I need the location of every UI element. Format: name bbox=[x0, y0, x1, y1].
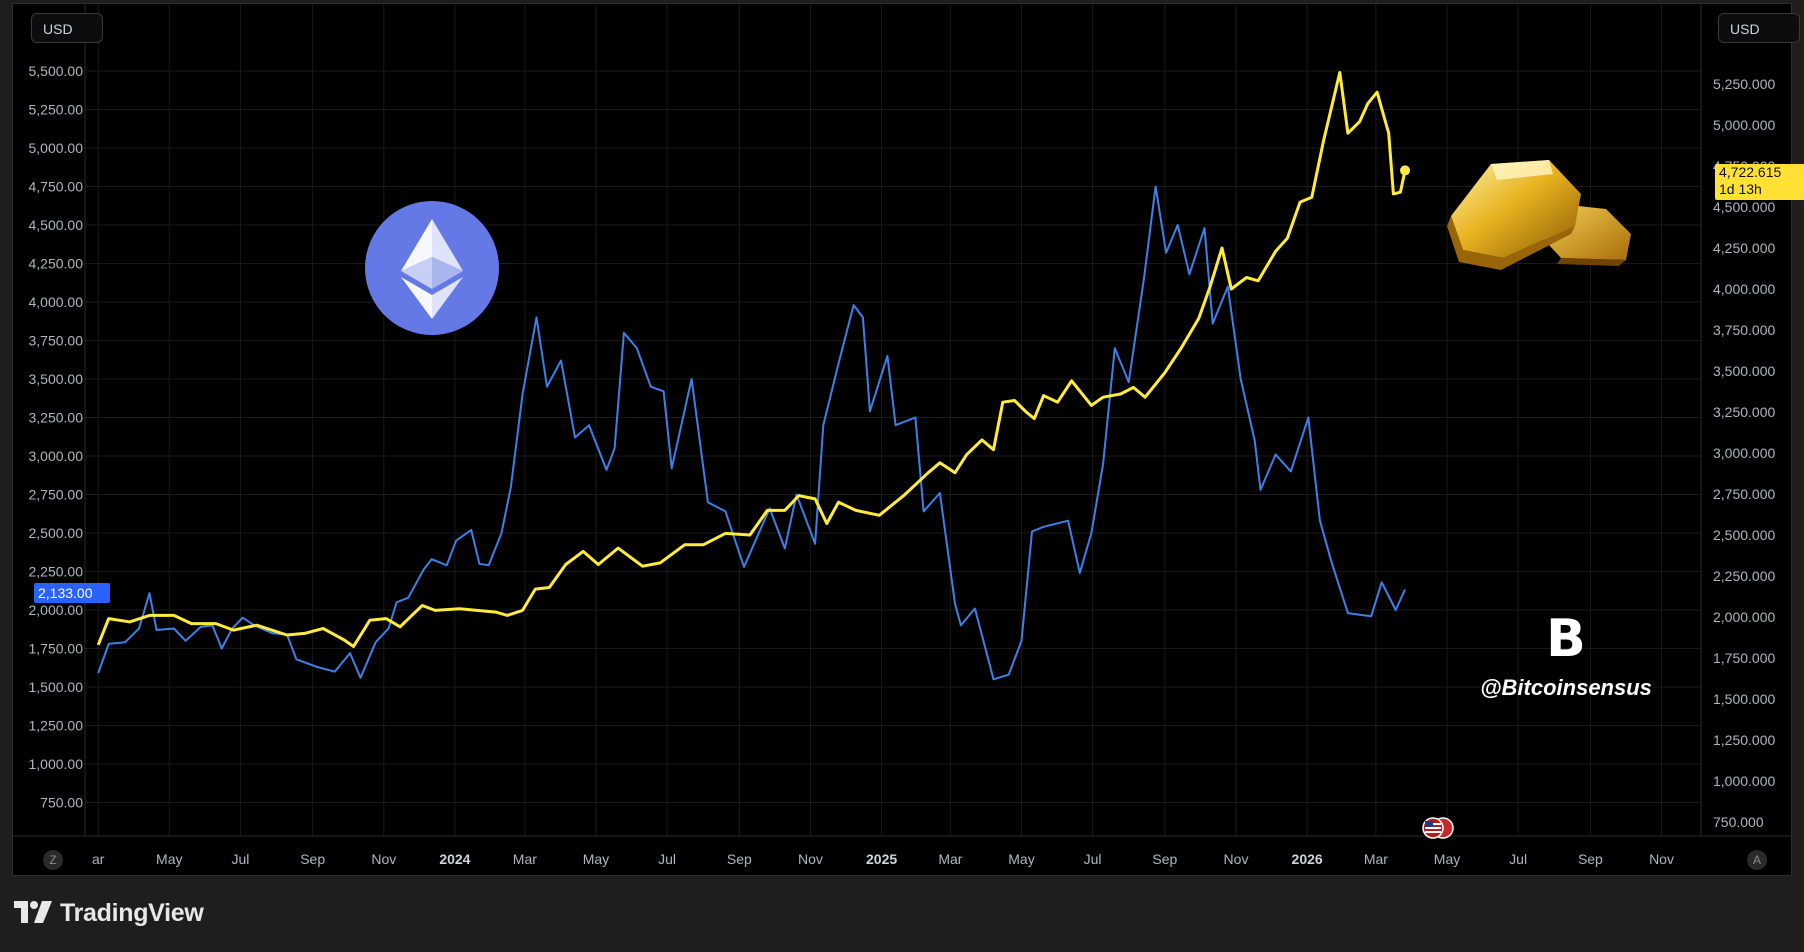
right-axis-tick-label: 5,000.000 bbox=[1713, 117, 1775, 133]
right-axis-tick-label: 1,750.000 bbox=[1713, 650, 1775, 666]
time-axis-tick-label: Mar bbox=[1364, 851, 1388, 867]
time-axis-tick-label: May bbox=[583, 851, 609, 867]
right-axis-tick-label: 2,250.000 bbox=[1713, 568, 1775, 584]
time-axis-tick-label: May bbox=[1008, 851, 1034, 867]
left-axis-tick-label: 4,000.00 bbox=[29, 294, 84, 310]
time-axis-tick-label: 2025 bbox=[866, 851, 897, 867]
left-axis-tick-label: 2,750.00 bbox=[29, 487, 84, 503]
gold-countdown: 1d 13h bbox=[1719, 181, 1762, 197]
time-axis-tick-label: Mar bbox=[938, 851, 962, 867]
time-axis-tick-label: Nov bbox=[1224, 851, 1249, 867]
auto-scale-right-button[interactable]: A bbox=[1747, 850, 1767, 870]
time-axis-tick-label: Nov bbox=[798, 851, 823, 867]
right-axis-tick-label: 2,000.000 bbox=[1713, 609, 1775, 625]
left-axis-tick-label: 1,500.00 bbox=[29, 679, 84, 695]
time-axis-tick-label: Sep bbox=[1152, 851, 1177, 867]
left-axis-tick-label: 4,750.00 bbox=[29, 179, 84, 195]
left-axis-tick-label: 2,000.00 bbox=[29, 602, 84, 618]
left-price-axis[interactable]: 5,500.00 5,250.00 5,000.00 4,750.00 4,500.00… bbox=[29, 63, 84, 811]
eth-last-price-badge: 2,133.00 bbox=[34, 583, 110, 603]
time-axis-tick-label: Jul bbox=[1509, 851, 1527, 867]
left-axis-tick-label: 5,250.00 bbox=[29, 102, 84, 118]
gold-last-price: 4,722.615 bbox=[1719, 164, 1782, 180]
right-axis-tick-label: 3,000.000 bbox=[1713, 445, 1775, 461]
time-axis-tick-label: Nov bbox=[371, 851, 396, 867]
right-axis-tick-label: 1,250.000 bbox=[1713, 732, 1775, 748]
chart-frame: 5,500.00 5,250.00 5,000.00 4,750.00 4,500.00… bbox=[12, 3, 1804, 876]
series-layer bbox=[96, 71, 1411, 681]
time-axis-tick-label: Jul bbox=[231, 851, 249, 867]
left-axis-tick-label: 750.00 bbox=[40, 795, 83, 811]
time-axis-tick-label: Nov bbox=[1649, 851, 1674, 867]
footer-brand[interactable]: TradingView bbox=[14, 899, 204, 928]
bitcoinsensus-logo-icon: B bbox=[1546, 609, 1586, 669]
right-axis-tick-label: 2,750.000 bbox=[1713, 486, 1775, 502]
right-axis-tick-label: 2,500.000 bbox=[1713, 527, 1775, 543]
gold-series-line bbox=[96, 71, 1407, 648]
right-axis-tick-label: 1,000.000 bbox=[1713, 773, 1775, 789]
auto-scale-left-button[interactable]: Z bbox=[43, 850, 63, 870]
left-axis-tick-label: 1,750.00 bbox=[29, 641, 84, 657]
ethereum-logo-icon bbox=[365, 201, 499, 335]
left-axis-tick-label: 2,500.00 bbox=[29, 525, 84, 541]
left-axis-tick-label: 1,250.00 bbox=[29, 718, 84, 734]
left-axis-tick-label: 3,000.00 bbox=[29, 448, 84, 464]
time-axis-tick-label: 2024 bbox=[439, 851, 470, 867]
left-axis-tick-label: 3,750.00 bbox=[29, 333, 84, 349]
chart-canvas: 5,500.00 5,250.00 5,000.00 4,750.00 4,500.00… bbox=[13, 4, 1793, 867]
time-axis[interactable]: ar May Jul Sep Nov 2024 Mar May Jul Sep Nov 2025 Mar… bbox=[92, 851, 1674, 867]
time-axis-tick-label: Sep bbox=[1578, 851, 1603, 867]
right-axis-tick-label: 5,250.000 bbox=[1713, 76, 1775, 92]
time-axis-tick-label: Sep bbox=[727, 851, 752, 867]
time-axis-tick-label: Mar bbox=[513, 851, 537, 867]
time-axis-tick-label: May bbox=[1434, 851, 1460, 867]
time-axis-tick-label: May bbox=[156, 851, 182, 867]
time-axis-tick-label: Sep bbox=[300, 851, 325, 867]
right-axis-tick-label: 3,250.000 bbox=[1713, 404, 1775, 420]
left-axis-tick-label: 3,500.00 bbox=[29, 371, 84, 387]
currency-left-button[interactable]: USD bbox=[31, 13, 103, 43]
left-axis-tick-label: 1,000.00 bbox=[29, 756, 84, 772]
right-axis-tick-label: 4,000.000 bbox=[1713, 281, 1775, 297]
left-axis-tick-label: 4,500.00 bbox=[29, 217, 84, 233]
left-axis-tick-label: 4,250.00 bbox=[29, 256, 84, 272]
gold-last-price-badge: 4,722.615 1d 13h bbox=[1715, 164, 1804, 200]
right-axis-tick-label: 4,250.000 bbox=[1713, 240, 1775, 256]
left-axis-tick-label: 3,250.00 bbox=[29, 410, 84, 426]
watermark-brand: B @Bitcoinsensus bbox=[1476, 609, 1656, 701]
left-axis-tick-label: 5,000.00 bbox=[29, 140, 84, 156]
left-axis-tick-label: 5,500.00 bbox=[29, 63, 84, 79]
gold-last-point-marker bbox=[1400, 165, 1411, 176]
watermark-handle: @Bitcoinsensus bbox=[1480, 675, 1652, 700]
right-axis-tick-label: 3,500.000 bbox=[1713, 363, 1775, 379]
left-axis-tick-label: 2,250.00 bbox=[29, 564, 84, 580]
grid-lines bbox=[13, 4, 1793, 837]
right-axis-tick-label: 3,750.000 bbox=[1713, 322, 1775, 338]
us-flag-icon[interactable] bbox=[1421, 816, 1454, 840]
gold-bars-icon bbox=[1441, 154, 1631, 304]
time-axis-tick-label: Jul bbox=[1084, 851, 1102, 867]
right-axis-tick-label: 4,500.000 bbox=[1713, 199, 1775, 215]
right-axis-tick-label: 750.000 bbox=[1713, 814, 1764, 830]
eth-series-line bbox=[97, 185, 1406, 681]
time-axis-tick-label: 2026 bbox=[1292, 851, 1323, 867]
currency-right-button[interactable]: USD bbox=[1718, 13, 1800, 43]
footer-brand-label: TradingView bbox=[60, 899, 204, 927]
tradingview-logo-icon bbox=[14, 901, 52, 924]
time-axis-tick-label: ar bbox=[92, 851, 105, 867]
time-axis-tick-label: Jul bbox=[658, 851, 676, 867]
right-axis-tick-label: 1,500.000 bbox=[1713, 691, 1775, 707]
